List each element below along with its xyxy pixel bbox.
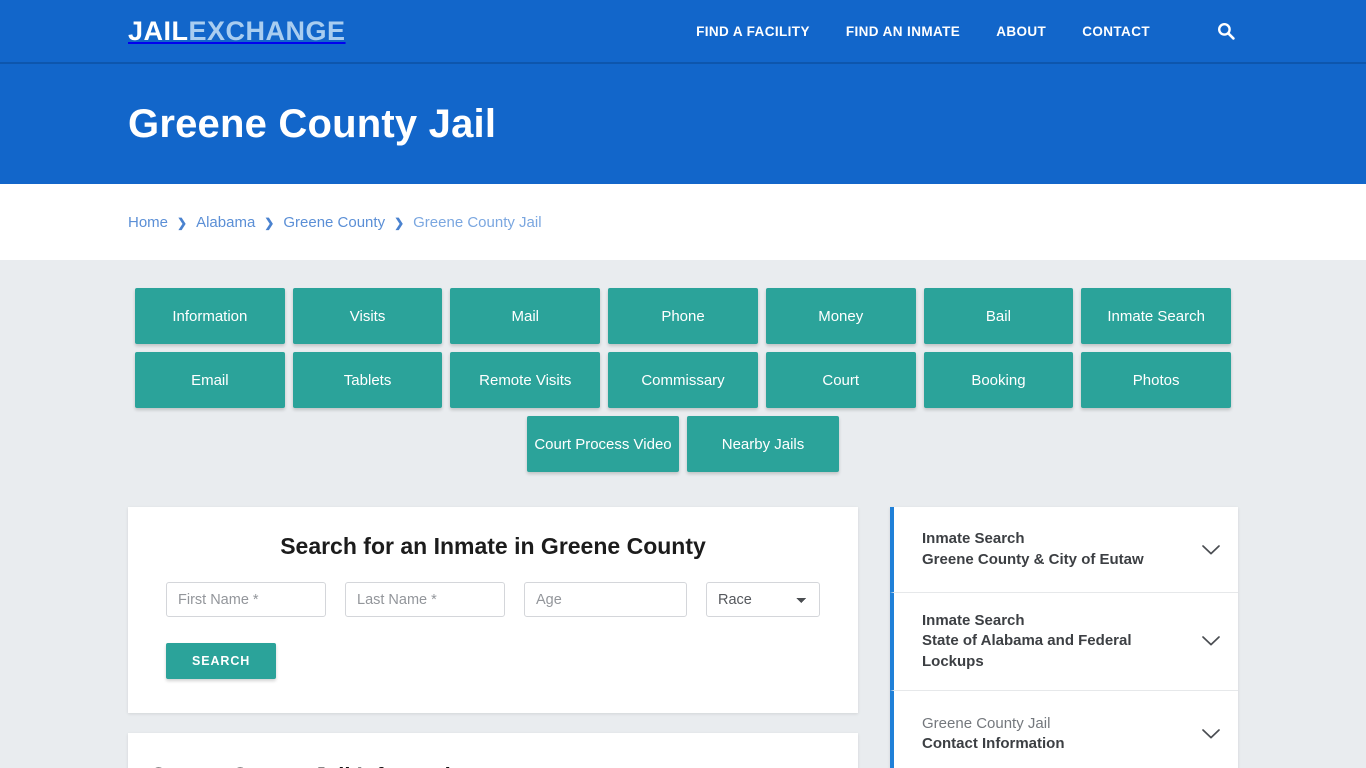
logo-part-1: JAIL: [128, 15, 189, 46]
section-button-booking[interactable]: Booking: [923, 352, 1074, 408]
jail-information-card: Greene County Jail Information: [128, 733, 858, 768]
inmate-search-form: Race: [148, 582, 838, 617]
breadcrumb-item-greene-county[interactable]: Greene County: [283, 214, 385, 231]
nav-item-contact[interactable]: CONTACT: [1082, 24, 1150, 39]
accordion-item-line1: Inmate Search: [922, 530, 1025, 548]
breadcrumb-item-current[interactable]: Greene County Jail: [413, 214, 541, 231]
section-button-nearby-jails[interactable]: Nearby Jails: [687, 416, 839, 472]
chevron-down-icon[interactable]: [1200, 543, 1222, 557]
section-button-visits[interactable]: Visits: [292, 288, 443, 344]
chevron-right-icon: ❯: [264, 216, 275, 230]
nav-item-find-an-inmate[interactable]: FIND AN INMATE: [846, 24, 960, 39]
accordion-item-inmate-search-county[interactable]: Inmate Search Greene County & City of Eu…: [890, 507, 1238, 593]
section-button-remote-visits[interactable]: Remote Visits: [450, 352, 601, 408]
accordion-item-text: Inmate Search State of Alabama and Feder…: [922, 611, 1200, 672]
button-grid-row-1: Information Visits Mail Phone Money Bail…: [134, 288, 1232, 344]
section-button-mail[interactable]: Mail: [450, 288, 601, 344]
accordion-item-line2: Greene County & City of Eutaw: [922, 550, 1144, 568]
accordion-item-line1: Inmate Search: [922, 612, 1025, 629]
breadcrumb-band: Home ❯ Alabama ❯ Greene County ❯ Greene …: [0, 184, 1366, 260]
page-header-band: Greene County Jail: [0, 64, 1366, 184]
accordion-item-line2: Contact Information: [922, 734, 1065, 752]
accordion-item-contact-information[interactable]: Greene County Jail Contact Information: [890, 690, 1238, 768]
inmate-search-heading: Search for an Inmate in Greene County: [280, 533, 706, 559]
sidebar-column: Inmate Search Greene County & City of Eu…: [890, 507, 1238, 768]
accordion-item-line1: Greene County Jail: [922, 714, 1051, 732]
section-button-phone[interactable]: Phone: [608, 288, 758, 344]
chevron-right-icon: ❯: [394, 216, 405, 230]
breadcrumb: Home ❯ Alabama ❯ Greene County ❯ Greene …: [128, 214, 542, 231]
race-select[interactable]: Race: [706, 582, 820, 617]
search-icon[interactable]: [1216, 21, 1236, 41]
facility-section-buttons: Information Visits Mail Phone Money Bail…: [134, 288, 1232, 472]
section-button-information[interactable]: Information: [134, 288, 285, 344]
page-title: Greene County Jail: [128, 102, 497, 146]
nav-item-about[interactable]: ABOUT: [996, 24, 1046, 39]
accordion-item-inmate-search-state[interactable]: Inmate Search State of Alabama and Feder…: [890, 593, 1238, 691]
chevron-down-icon[interactable]: [1200, 634, 1222, 648]
breadcrumb-item-home[interactable]: Home: [128, 214, 168, 231]
section-button-money[interactable]: Money: [765, 288, 916, 344]
section-button-inmate-search[interactable]: Inmate Search: [1081, 288, 1232, 344]
accordion-item-text: Greene County Jail Contact Information: [922, 714, 1200, 755]
button-grid-row-2: Email Tablets Remote Visits Commissary C…: [134, 352, 1232, 408]
chevron-right-icon: ❯: [177, 216, 188, 230]
primary-nav: FIND A FACILITY FIND AN INMATE ABOUT CON…: [696, 21, 1236, 41]
section-button-court-process-video[interactable]: Court Process Video: [527, 416, 679, 472]
section-button-tablets[interactable]: Tablets: [292, 352, 443, 408]
last-name-input[interactable]: [345, 582, 505, 617]
accordion-item-text: Inmate Search Greene County & City of Eu…: [922, 529, 1200, 570]
button-grid-row-3: Court Process Video Nearby Jails: [135, 416, 1231, 472]
jail-information-heading: Greene County Jail Information: [150, 763, 836, 768]
sidebar-accordion: Inmate Search Greene County & City of Eu…: [890, 507, 1238, 768]
accordion-item-line2: State of Alabama and Federal Lockups: [922, 632, 1132, 670]
search-button[interactable]: SEARCH: [166, 643, 277, 679]
search-button-wrap: SEARCH: [148, 617, 838, 679]
section-button-bail[interactable]: Bail: [923, 288, 1074, 344]
section-button-photos[interactable]: Photos: [1081, 352, 1232, 408]
breadcrumb-item-alabama[interactable]: Alabama: [196, 214, 255, 231]
content-columns: Search for an Inmate in Greene County Ra…: [128, 507, 1238, 768]
logo-part-2: EXCHANGE: [188, 15, 346, 46]
page-body: Information Visits Mail Phone Money Bail…: [0, 260, 1366, 768]
section-button-email[interactable]: Email: [134, 352, 285, 408]
main-column: Search for an Inmate in Greene County Ra…: [128, 507, 858, 768]
first-name-input[interactable]: [166, 582, 326, 617]
section-button-commissary[interactable]: Commissary: [608, 352, 758, 408]
top-navbar: JAILEXCHANGE FIND A FACILITY FIND AN INM…: [0, 0, 1366, 64]
inmate-search-card: Search for an Inmate in Greene County Ra…: [128, 507, 858, 713]
site-logo[interactable]: JAILEXCHANGE: [128, 15, 346, 46]
nav-item-find-a-facility[interactable]: FIND A FACILITY: [696, 24, 810, 39]
age-input[interactable]: [524, 582, 687, 617]
chevron-down-icon[interactable]: [1200, 727, 1222, 741]
section-button-court[interactable]: Court: [765, 352, 916, 408]
